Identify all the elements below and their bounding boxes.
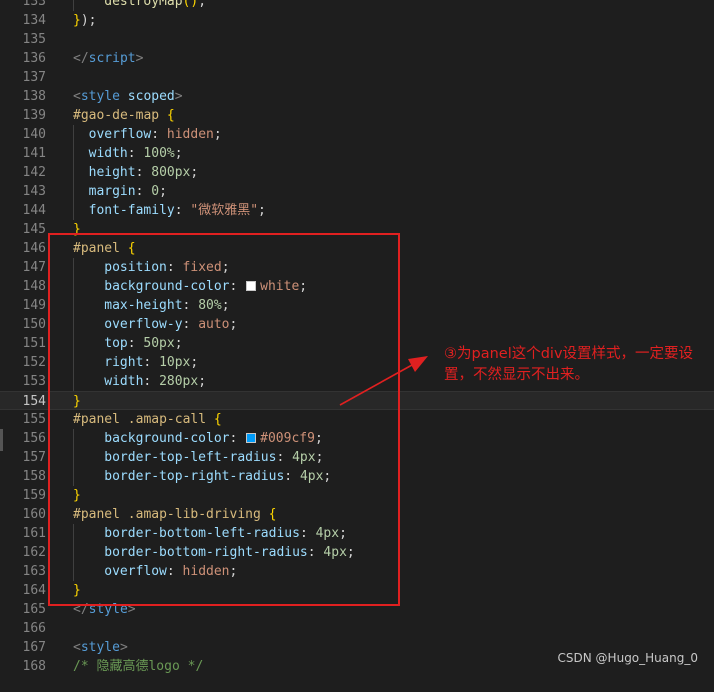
annotation-text: ③为panel这个div设置样式，一定要设置，不然显示不出来。 bbox=[444, 346, 694, 383]
annotation-arrow bbox=[339, 356, 428, 406]
scroll-marker bbox=[0, 429, 3, 451]
watermark: CSDN @Hugo_Huang_0 bbox=[557, 651, 698, 665]
